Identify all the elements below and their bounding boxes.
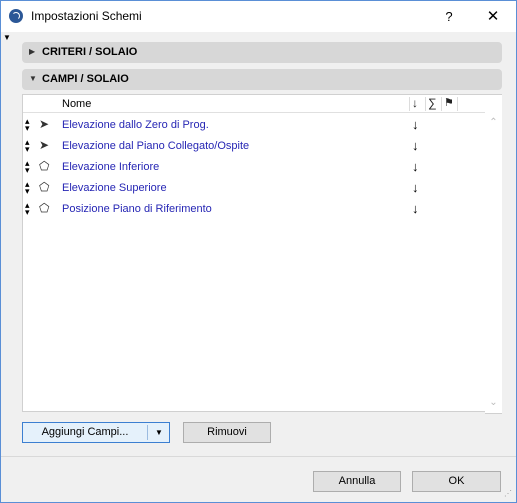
- section-criteri-header[interactable]: ▶ CRITERI / SOLAIO: [22, 42, 502, 63]
- reorder-handle-icon[interactable]: ▴ ▾: [25, 138, 30, 154]
- reorder-handle-icon[interactable]: ▴ ▾: [25, 117, 30, 133]
- sort-descending-icon[interactable]: ↓: [412, 201, 419, 216]
- list-item[interactable]: ▴ ▾ ⬠ Elevazione Inferiore ↓: [23, 157, 486, 178]
- field-label: Elevazione Superiore: [62, 182, 167, 194]
- slab-outline-icon: ⬠: [39, 201, 50, 215]
- section-criteri-label: CRITERI / SOLAIO: [42, 46, 138, 58]
- pointer-icon: ➤: [39, 138, 50, 152]
- column-header-nome[interactable]: Nome: [62, 98, 91, 110]
- reorder-handle-icon[interactable]: ▴ ▾: [25, 159, 30, 175]
- ok-button[interactable]: OK: [412, 471, 501, 492]
- column-divider: [425, 97, 426, 111]
- sort-descending-icon[interactable]: ↓: [412, 180, 419, 195]
- list-item[interactable]: ▴ ▾ ➤ Elevazione dal Piano Collegato/Ospi…: [23, 136, 486, 157]
- cancel-button[interactable]: Annulla: [313, 471, 401, 492]
- scroll-down-icon[interactable]: ⌄: [485, 397, 502, 408]
- resize-grip-icon[interactable]: ⋰: [504, 489, 512, 498]
- vertical-scrollbar[interactable]: ⌃ ⌄: [485, 94, 502, 414]
- field-label: Elevazione Inferiore: [62, 161, 160, 173]
- field-label: Elevazione dallo Zero di Prog.: [62, 119, 209, 131]
- section-campi-header[interactable]: ▼ CAMPI / SOLAIO: [22, 69, 502, 90]
- close-button[interactable]: ✕: [479, 5, 507, 29]
- title-bar: Impostazioni Schemi ? ✕: [1, 1, 516, 32]
- reorder-handle-icon[interactable]: ▴ ▾: [25, 180, 30, 196]
- column-divider: [457, 97, 458, 111]
- help-button[interactable]: ?: [435, 5, 463, 29]
- column-divider: [409, 97, 410, 111]
- slab-outline-icon: ⬠: [39, 159, 50, 173]
- remove-button[interactable]: Rimuovi: [183, 422, 271, 443]
- window-title: Impostazioni Schemi: [31, 9, 142, 23]
- sort-descending-icon[interactable]: ↓: [412, 159, 419, 174]
- list-header: Nome ↓ ∑ ⚑: [23, 95, 486, 113]
- settings-dialog: Impostazioni Schemi ? ✕ ▼ ▶ CRITERI / SO…: [0, 0, 517, 503]
- sort-descending-icon[interactable]: ↓: [412, 117, 419, 132]
- add-fields-label: Aggiungi Campi...: [41, 426, 129, 438]
- footer-divider: [1, 456, 516, 457]
- sort-descending-icon[interactable]: ↓: [412, 138, 419, 153]
- list-item[interactable]: ▴ ▾ ⬠ Posizione Piano di Riferimento ↓: [23, 199, 486, 220]
- app-logo-icon: [9, 9, 23, 23]
- field-label: Elevazione dal Piano Collegato/Ospite: [62, 140, 250, 152]
- flag-icon[interactable]: ⚑: [444, 96, 454, 109]
- section-campi-label: CAMPI / SOLAIO: [42, 73, 129, 85]
- field-label: Posizione Piano di Riferimento: [62, 203, 212, 215]
- split-divider: [147, 425, 148, 440]
- fields-list: Nome ↓ ∑ ⚑ ▴ ▾ ➤ Elevazione dallo Zero di…: [22, 94, 487, 412]
- list-item[interactable]: ▴ ▾ ⬠ Elevazione Superiore ↓: [23, 178, 486, 199]
- dropdown-arrow-icon[interactable]: ▼: [151, 423, 167, 442]
- reorder-handle-icon[interactable]: ▴ ▾: [25, 201, 30, 217]
- add-fields-button[interactable]: Aggiungi Campi... ▼: [22, 422, 170, 443]
- scroll-up-icon[interactable]: ⌃: [485, 117, 502, 128]
- chevron-right-icon: ▶: [29, 47, 36, 56]
- sort-descending-icon[interactable]: ↓: [412, 96, 418, 110]
- column-divider: [441, 97, 442, 111]
- slab-outline-icon: ⬠: [39, 180, 50, 194]
- chevron-down-icon: ▼: [29, 74, 37, 83]
- sum-icon[interactable]: ∑: [428, 96, 437, 110]
- pointer-icon: ➤: [39, 117, 50, 131]
- collapse-arrow-icon[interactable]: ▼: [3, 33, 11, 42]
- list-item[interactable]: ▴ ▾ ➤ Elevazione dallo Zero di Prog. ↓: [23, 115, 486, 136]
